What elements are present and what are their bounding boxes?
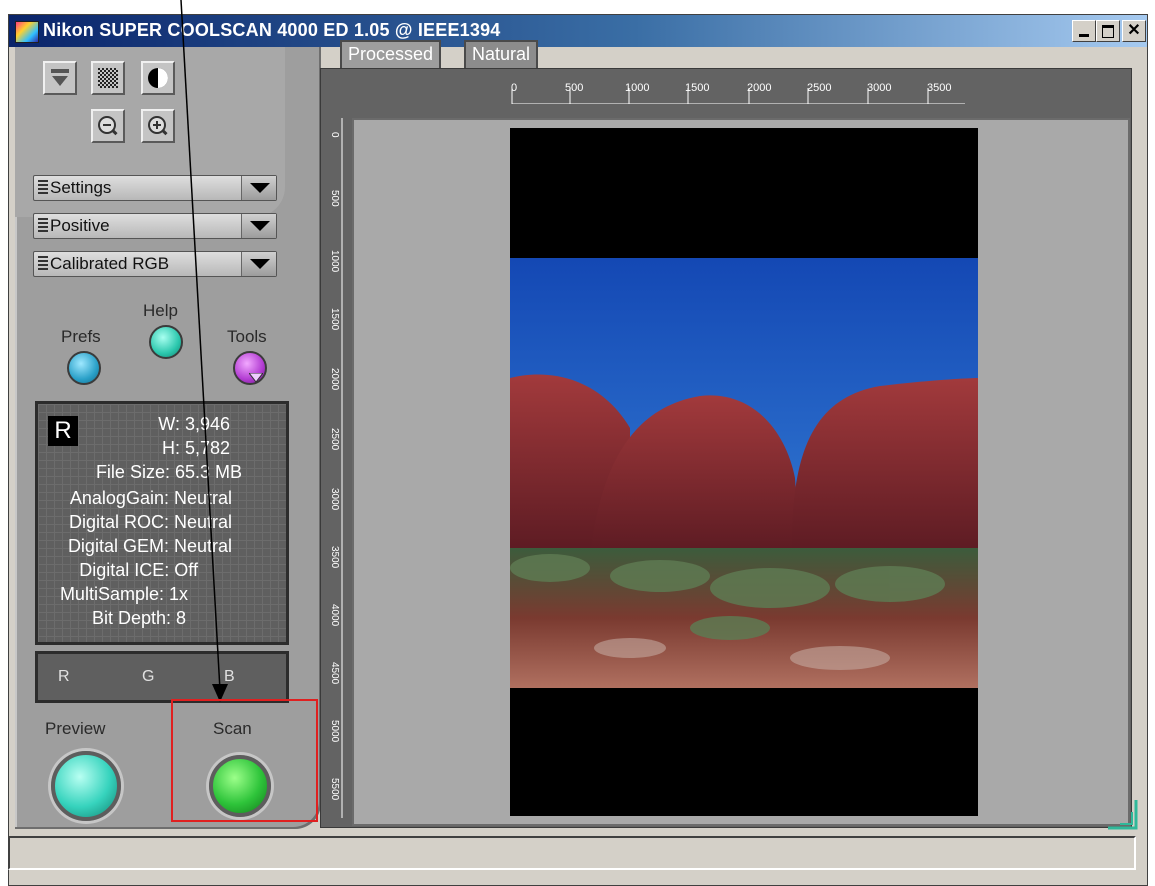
maximize-button[interactable]	[1096, 20, 1120, 42]
close-icon: ✕	[1127, 22, 1141, 39]
zoom-in-icon	[148, 116, 168, 136]
chevron-down-icon[interactable]	[241, 252, 276, 276]
ruler-ticks	[511, 88, 965, 104]
horizontal-ruler: 0 500 1000 1500 2000 2500 3000 3500	[495, 82, 965, 104]
ruler-v-label: 4000	[329, 604, 340, 627]
grip-icon	[38, 218, 48, 234]
ruler-v-label: 1500	[329, 308, 340, 331]
settings-label: Settings	[50, 178, 112, 197]
grip-icon	[38, 256, 48, 272]
ruler-v-label: 2000	[329, 368, 340, 391]
info-height: H: 5,782	[161, 438, 230, 458]
info-digital-ice: Digital ICE: Off	[79, 560, 198, 580]
ruler-v-label: 2500	[329, 428, 340, 451]
zoom-in-button[interactable]	[141, 109, 175, 143]
film-type-dropdown[interactable]: Positive	[33, 213, 277, 239]
window-title: Nikon SUPER COOLSCAN 4000 ED 1.05 @ IEEE…	[43, 20, 501, 40]
ruler-v-ticks	[341, 118, 343, 818]
ruler-v-label: 5500	[329, 778, 340, 801]
info-multisample: MultiSample: 1x	[59, 584, 188, 604]
histogram-panel: R G B	[35, 651, 289, 703]
resize-corner-icon[interactable]	[1106, 798, 1138, 830]
ruler-v-label: 3500	[329, 546, 340, 569]
color-space-dropdown[interactable]: Calibrated RGB	[33, 251, 277, 277]
preview-label: Preview	[45, 719, 106, 738]
tools-menu-icon	[249, 373, 263, 383]
channel-r-label: R	[58, 668, 70, 685]
checkerboard-icon	[98, 68, 118, 88]
tab-processed[interactable]: Processed	[340, 40, 442, 68]
preview-button[interactable]	[51, 751, 121, 821]
info-digital-roc: Digital ROC: Neutral	[68, 512, 232, 532]
checker-button[interactable]	[91, 61, 125, 95]
color-channel-badge: R	[48, 416, 78, 446]
eject-button[interactable]	[43, 61, 77, 95]
info-bit-depth: Bit Depth: 8	[91, 608, 186, 628]
app-icon[interactable]	[15, 21, 39, 43]
chevron-down-icon[interactable]	[241, 176, 276, 200]
info-file-size: File Size: 65.3 MB	[95, 462, 242, 482]
channel-b-label: B	[224, 668, 235, 685]
info-digital-gem: Digital GEM: Neutral	[67, 536, 232, 556]
scan-info-panel: R W: 3,946 H: 5,782 File Size: 65.3 MB A…	[35, 401, 289, 645]
ruler-v-label: 5000	[329, 720, 340, 743]
scanned-image[interactable]	[510, 128, 978, 816]
minimize-button[interactable]	[1072, 20, 1096, 42]
help-label: Help	[143, 301, 178, 320]
settings-dropdown[interactable]: Settings	[33, 175, 277, 201]
close-button[interactable]: ✕	[1122, 20, 1146, 42]
color-space-label: Calibrated RGB	[50, 254, 170, 273]
info-analog-gain: AnalogGain: Neutral	[69, 488, 232, 508]
maximize-icon	[1102, 25, 1114, 38]
ruler-v-label: 3000	[329, 488, 340, 511]
help-button[interactable]	[149, 325, 183, 359]
zoom-out-button[interactable]	[91, 109, 125, 143]
tools-button[interactable]	[233, 351, 267, 385]
channel-g-label: G	[142, 668, 155, 685]
ruler-v-label: 500	[329, 190, 340, 207]
vertical-ruler: 0 500 1000 1500 2000 2500 3000 3500 4000…	[326, 118, 344, 818]
info-width: W: 3,946	[158, 414, 230, 434]
ruler-v-label: 1000	[329, 250, 340, 273]
tab-natural[interactable]: Natural	[464, 40, 539, 68]
status-bar	[8, 836, 1136, 870]
chevron-down-icon[interactable]	[241, 214, 276, 238]
color-balance-button[interactable]	[141, 61, 175, 95]
film-type-label: Positive	[50, 216, 110, 235]
grip-icon	[38, 180, 48, 196]
ruler-v-label: 0	[329, 132, 340, 138]
landscape-photo	[510, 258, 978, 688]
minimize-icon	[1079, 34, 1089, 37]
prefs-button[interactable]	[67, 351, 101, 385]
ruler-v-label: 4500	[329, 662, 340, 685]
eject-icon	[51, 69, 69, 86]
tools-label: Tools	[227, 327, 267, 346]
contrast-icon	[148, 68, 168, 88]
zoom-out-icon	[98, 116, 118, 136]
highlight-box	[171, 699, 318, 822]
prefs-label: Prefs	[61, 327, 101, 346]
title-bar[interactable]: Nikon SUPER COOLSCAN 4000 ED 1.05 @ IEEE…	[9, 15, 1147, 47]
